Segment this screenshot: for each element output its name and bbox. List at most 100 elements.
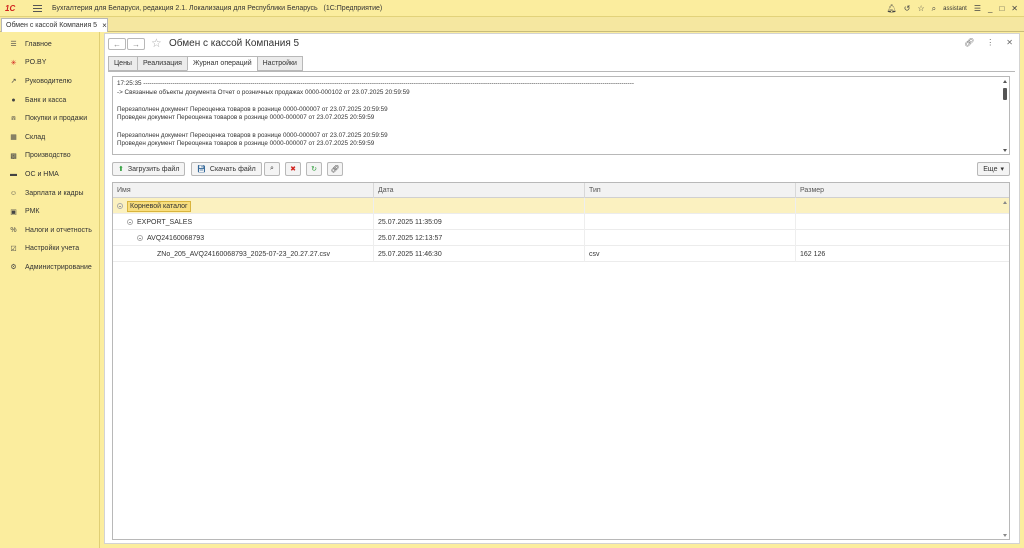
checklist-icon: ☑ [10, 245, 17, 253]
sidebar-item-rmk[interactable]: ▣ РМК [0, 202, 99, 221]
row-type [585, 198, 796, 214]
sidebar-item-label: Настройки учета [25, 245, 80, 253]
more-label: Еще [983, 165, 998, 173]
main-menu-icon[interactable] [33, 4, 42, 12]
favorites-star-icon[interactable]: ☆ [917, 4, 924, 13]
row-name: ZNo_205_AVQ24160068793_2025-07-23_20.27.… [113, 246, 374, 262]
sidebar-item-admin[interactable]: ⚙ Администрирование [0, 258, 99, 277]
app-title: Бухгалтерия для Беларуси, редакция 2.1. … [52, 5, 382, 12]
app-platform-text: (1С:Предприятие) [323, 4, 383, 12]
log-line: Проведен документ Переоценка товаров в р… [117, 140, 375, 148]
table-row[interactable]: AVQ24160068793 25.07.2025 12:13:57 [113, 230, 1009, 246]
favorite-star-icon[interactable]: ☆ [151, 36, 162, 50]
row-name: EXPORT_SALES [137, 218, 193, 226]
open-window-tab[interactable]: Обмен с кассой Компания 5 × [1, 18, 108, 32]
more-button[interactable]: Еще ▾ [977, 162, 1010, 176]
scroll-down-icon[interactable] [1003, 149, 1007, 152]
sidebar-item-warehouse[interactable]: ▦ Склад [0, 128, 99, 147]
people-icon: ☺ [9, 189, 18, 197]
grid-header: Имя Дата Тип Размер [113, 183, 1009, 198]
close-app-icon[interactable]: ✕ [1011, 4, 1018, 13]
close-icon[interactable]: × [102, 21, 107, 30]
column-header-name[interactable]: Имя [113, 183, 374, 198]
scroll-up-icon[interactable] [1003, 80, 1007, 83]
factory-icon: ▩ [10, 152, 17, 160]
gear-icon: ⚙ [10, 264, 17, 272]
scroll-down-icon[interactable] [1003, 534, 1007, 537]
row-type [585, 214, 796, 230]
tab-sales[interactable]: Реализация [136, 56, 187, 71]
settings-menu-icon[interactable]: ☰ [974, 4, 981, 13]
tabs-divider [108, 71, 1015, 72]
log-scrollbar[interactable] [1003, 80, 1007, 152]
collapse-icon[interactable] [117, 203, 123, 209]
sidebar-item-taxes[interactable]: % Налоги и отчетность [0, 221, 99, 240]
sidebar-item-label: Покупки и продажи [25, 115, 88, 123]
restore-icon[interactable]: □ [999, 4, 1004, 13]
sidebar-item-bank[interactable]: ● Банк и касса [0, 91, 99, 110]
truck-icon: ▬ [10, 170, 17, 178]
link-icon[interactable]: 🔗︎ [964, 38, 974, 47]
sidebar-item-salary[interactable]: ☺ Зарплата и кадры [0, 184, 99, 203]
row-type: csv [585, 246, 796, 262]
form-header-tools: 🔗︎ ⋮ ✕ [964, 38, 1013, 47]
sidebar-item-purchases[interactable]: ⩎ Покупки и продажи [0, 109, 99, 128]
column-header-type[interactable]: Тип [585, 183, 796, 198]
user-name[interactable]: assistant [943, 6, 967, 12]
trend-icon: ↗ [10, 78, 17, 86]
app-title-text: Бухгалтерия для Беларуси, редакция 2.1. … [52, 4, 318, 12]
scroll-thumb[interactable] [1003, 88, 1007, 100]
sidebar-item-label: Главное [25, 40, 52, 48]
minimize-icon[interactable]: _ [988, 4, 992, 13]
coins-icon: ● [11, 96, 16, 104]
close-form-icon[interactable]: ✕ [1006, 38, 1013, 47]
find-button[interactable]: ⌕ [264, 162, 280, 176]
sidebar-item-settings[interactable]: ☑ Настройки учета [0, 240, 99, 259]
sidebar-item-assets[interactable]: ▬ ОС и НМА [0, 165, 99, 184]
upload-file-button[interactable]: ⬆ Загрузить файл [112, 162, 186, 176]
table-row[interactable]: EXPORT_SALES 25.07.2025 11:35:09 [113, 214, 1009, 230]
download-file-button[interactable]: 💾︎ Скачать файл [191, 162, 262, 176]
collapse-icon[interactable] [137, 235, 143, 241]
tab-prices[interactable]: Цены [108, 56, 137, 71]
tab-settings[interactable]: Настройки [256, 56, 303, 71]
row-date [374, 198, 585, 214]
row-size [796, 214, 1009, 230]
magnifier-icon: ⌕ [270, 165, 274, 172]
sidebar-item-label: Администрирование [25, 263, 92, 271]
refresh-button[interactable]: ↻ [306, 162, 322, 176]
sidebar-item-manager[interactable]: ↗ Руководителю [0, 72, 99, 91]
delete-button[interactable]: ✖ [285, 162, 301, 176]
operations-log-text[interactable]: 17:25:35 -------------------------------… [112, 76, 1010, 155]
grid-scrollbar[interactable] [1003, 201, 1007, 537]
log-line: -> Связанные объекты документа Отчет о р… [117, 88, 410, 96]
column-header-date[interactable]: Дата [374, 183, 585, 198]
row-date: 25.07.2025 12:13:57 [374, 230, 585, 246]
table-row[interactable]: Корневой каталог [113, 198, 1009, 214]
sidebar-item-main[interactable]: ☰ Главное [0, 35, 99, 54]
history-icon[interactable]: ↺ [904, 4, 911, 13]
refresh-icon: ↻ [311, 166, 317, 173]
sidebar-item-label: Производство [25, 152, 71, 160]
more-vertical-icon[interactable]: ⋮ [986, 38, 994, 47]
copy-link-button[interactable]: 🔗︎ [327, 162, 343, 176]
search-icon[interactable]: ⌕ [932, 4, 936, 14]
tab-operations-log[interactable]: Журнал операций [186, 56, 257, 71]
grid-toolbar: ⬆ Загрузить файл 💾︎ Скачать файл ⌕ ✖ ↻ 🔗… [112, 162, 1010, 177]
cell-name: Корневой каталог [113, 198, 374, 214]
percent-icon: % [10, 226, 17, 234]
sidebar-item-production[interactable]: ▩ Производство [0, 147, 99, 166]
upload-file-label: Загрузить файл [127, 165, 180, 173]
sidebar-item-poby[interactable]: ✳ PO.BY [0, 54, 99, 73]
collapse-icon[interactable] [127, 219, 133, 225]
scroll-up-icon[interactable] [1003, 201, 1007, 204]
row-name: Корневой каталог [127, 200, 191, 212]
column-header-size[interactable]: Размер [796, 183, 1009, 198]
upload-icon: ⬆ [118, 166, 124, 173]
back-arrow-icon[interactable]: ← [108, 38, 126, 50]
forward-arrow-icon[interactable]: → [127, 38, 145, 50]
table-row[interactable]: ZNo_205_AVQ24160068793_2025-07-23_20.27.… [113, 246, 1009, 262]
bell-icon[interactable]: 🔔︎ [887, 4, 897, 13]
